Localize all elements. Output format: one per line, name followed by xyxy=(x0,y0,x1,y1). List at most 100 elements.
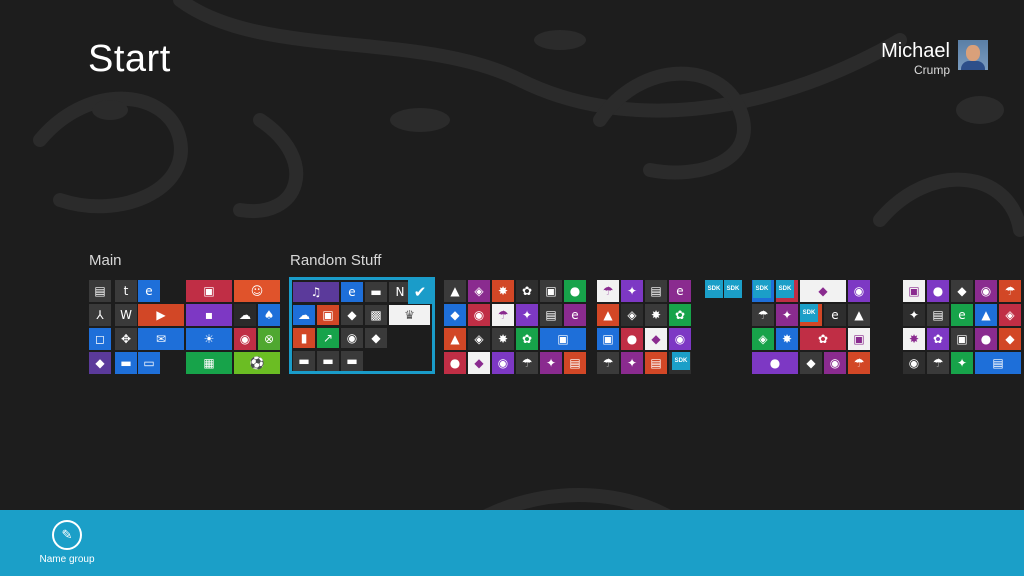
app-tile[interactable]: ◆ xyxy=(468,352,490,374)
sdk-tile[interactable]: SDK xyxy=(753,280,771,298)
app-tile[interactable]: ▤ xyxy=(540,304,562,326)
app-tile[interactable]: ✸ xyxy=(903,328,925,350)
app-tile[interactable]: ● xyxy=(621,328,643,350)
app-tile[interactable]: ▲ xyxy=(975,304,997,326)
app-tile[interactable]: ✦ xyxy=(776,304,798,326)
group-title-random-stuff[interactable]: Random Stuff xyxy=(290,252,381,269)
app-tile[interactable]: e xyxy=(951,304,973,326)
app-tile[interactable]: ✦ xyxy=(516,304,538,326)
tile-mail[interactable]: ✉ xyxy=(138,328,184,350)
tile-sports[interactable]: ⚽ xyxy=(234,352,280,374)
app-tile[interactable]: ▣ xyxy=(848,328,870,350)
sdk-tile[interactable]: SDK xyxy=(776,280,794,298)
app-tile[interactable]: e xyxy=(669,280,691,302)
app-tile[interactable]: ☂ xyxy=(848,352,870,374)
app-tile[interactable]: ☂ xyxy=(597,352,619,374)
tile-photos[interactable]: ▤ xyxy=(89,280,111,302)
tile-store[interactable]: ◻ xyxy=(89,328,111,350)
app-tile[interactable]: ◉ xyxy=(975,280,997,302)
app-tile[interactable]: ● xyxy=(927,280,949,302)
tile-camera[interactable]: ◉ xyxy=(234,328,256,350)
app-tile[interactable]: ◈ xyxy=(468,280,490,302)
app-tile[interactable]: ✿ xyxy=(516,280,538,302)
tile-word[interactable]: W xyxy=(115,304,137,326)
app-tile[interactable]: ◉ xyxy=(824,352,846,374)
tile-twitter[interactable]: t xyxy=(115,280,137,302)
tile-calculator[interactable]: ▦ xyxy=(186,352,232,374)
tile-desktop[interactable]: ▭ xyxy=(138,352,160,374)
app-tile[interactable]: ▤ xyxy=(975,352,1021,374)
group-title-main[interactable]: Main xyxy=(89,252,122,269)
app-tile[interactable]: ◆ xyxy=(999,328,1021,350)
app-tile[interactable]: ✸ xyxy=(645,304,667,326)
tile-app-blue[interactable]: ▬ xyxy=(115,352,137,374)
app-tile[interactable]: ◉ xyxy=(903,352,925,374)
app-tile[interactable]: ◈ xyxy=(468,328,490,350)
app-tile[interactable]: ✿ xyxy=(516,328,538,350)
tile-games[interactable]: ✥ xyxy=(115,328,137,350)
app-tile[interactable]: ▲ xyxy=(848,304,870,326)
app-tile[interactable]: ◉ xyxy=(468,304,490,326)
app-tile[interactable]: ✦ xyxy=(621,352,643,374)
avatar[interactable] xyxy=(958,40,988,70)
app-tile[interactable]: e xyxy=(824,304,846,326)
app-tile[interactable]: ☂ xyxy=(492,304,514,326)
app-tile[interactable]: ◉ xyxy=(848,280,870,302)
app-tile[interactable]: ✿ xyxy=(927,328,949,350)
app-tile[interactable]: ☂ xyxy=(999,280,1021,302)
app-tile[interactable]: ✦ xyxy=(903,304,925,326)
sdk-tile[interactable]: SDK xyxy=(800,304,818,322)
app-tile[interactable]: ● xyxy=(564,280,586,302)
tile-messaging[interactable]: ▪ xyxy=(186,304,232,326)
app-tile[interactable]: ▣ xyxy=(597,328,619,350)
app-tile[interactable]: ◆ xyxy=(645,328,667,350)
app-tile[interactable]: ▣ xyxy=(540,280,562,302)
app-tile[interactable]: ✿ xyxy=(669,304,691,326)
app-tile[interactable]: ✸ xyxy=(492,280,514,302)
app-tile[interactable]: ▲ xyxy=(597,304,619,326)
app-tile[interactable]: ✸ xyxy=(776,328,798,350)
app-tile[interactable]: ✿ xyxy=(800,328,846,350)
tile-app-purple[interactable]: ◆ xyxy=(89,352,111,374)
app-tile[interactable]: ▣ xyxy=(540,328,586,350)
app-tile[interactable]: ☂ xyxy=(597,280,619,302)
app-tile[interactable]: ◈ xyxy=(752,328,774,350)
app-tile[interactable]: ◉ xyxy=(669,328,691,350)
app-tile[interactable]: ▲ xyxy=(444,328,466,350)
sdk-tile[interactable]: SDK xyxy=(705,280,723,298)
app-tile[interactable]: ✦ xyxy=(951,352,973,374)
app-tile[interactable]: ✸ xyxy=(492,328,514,350)
app-tile[interactable]: ◆ xyxy=(951,280,973,302)
app-tile[interactable]: ● xyxy=(975,328,997,350)
app-tile[interactable]: ◉ xyxy=(492,352,514,374)
app-tile[interactable]: ▤ xyxy=(564,352,586,374)
app-tile[interactable]: ✦ xyxy=(621,280,643,302)
tile-people[interactable]: ☺ xyxy=(234,280,280,302)
app-tile[interactable]: ✦ xyxy=(540,352,562,374)
app-tile[interactable]: ◆ xyxy=(800,280,846,302)
sdk-tile[interactable]: SDK xyxy=(724,280,742,298)
app-tile[interactable]: ☂ xyxy=(927,352,949,374)
app-tile[interactable]: ▣ xyxy=(903,280,925,302)
app-tile[interactable]: ▲ xyxy=(444,280,466,302)
tile-weather[interactable]: ☀ xyxy=(186,328,232,350)
tile-video[interactable]: ▶ xyxy=(138,304,184,326)
app-tile[interactable]: ◆ xyxy=(800,352,822,374)
tile-people-card[interactable]: ▣ xyxy=(186,280,232,302)
app-tile[interactable]: ▤ xyxy=(927,304,949,326)
app-tile[interactable]: ☂ xyxy=(516,352,538,374)
tile-acrobat[interactable]: ⅄ xyxy=(89,304,111,326)
app-tile[interactable]: ● xyxy=(444,352,466,374)
app-tile[interactable]: ◆ xyxy=(444,304,466,326)
app-tile[interactable]: ◈ xyxy=(999,304,1021,326)
user-account[interactable]: Michael Crump xyxy=(881,40,988,78)
sdk-tile[interactable]: SDK xyxy=(672,352,690,370)
app-tile[interactable]: ◈ xyxy=(621,304,643,326)
tile-solitaire[interactable]: ♠ xyxy=(258,304,280,326)
tile-internet-explorer[interactable]: e xyxy=(138,280,160,302)
tile-xbox[interactable]: ⊗ xyxy=(258,328,280,350)
app-tile[interactable]: ▣ xyxy=(951,328,973,350)
app-tile[interactable]: e xyxy=(564,304,586,326)
app-tile[interactable]: ▤ xyxy=(645,280,667,302)
name-group-button[interactable]: ✎ Name group xyxy=(32,518,102,565)
